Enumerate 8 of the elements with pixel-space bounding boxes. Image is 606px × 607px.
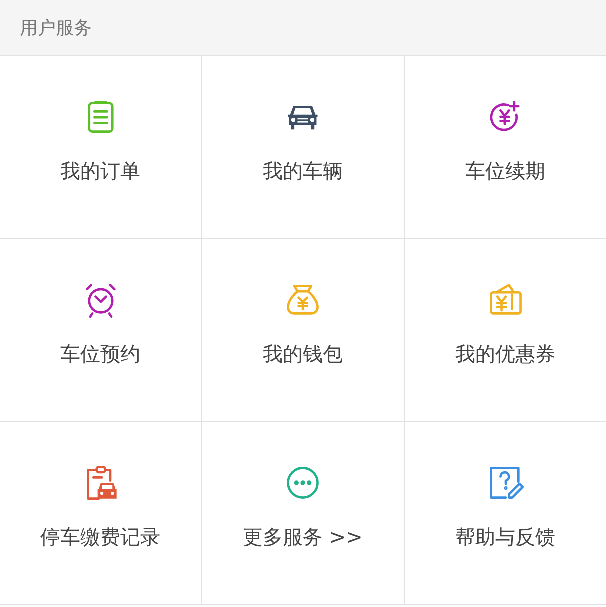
service-tile[interactable]: 我的订单 <box>0 56 202 239</box>
more-icon <box>284 464 322 502</box>
service-tile[interactable]: 停车缴费记录 <box>0 422 202 605</box>
service-tile[interactable]: 我的钱包 <box>202 239 405 422</box>
service-tile[interactable]: 车位预约 <box>0 239 202 422</box>
service-tile[interactable]: 我的车辆 <box>202 56 405 239</box>
service-tile[interactable]: 更多服务 >> <box>202 422 405 605</box>
section-title: 用户服务 <box>20 16 92 40</box>
